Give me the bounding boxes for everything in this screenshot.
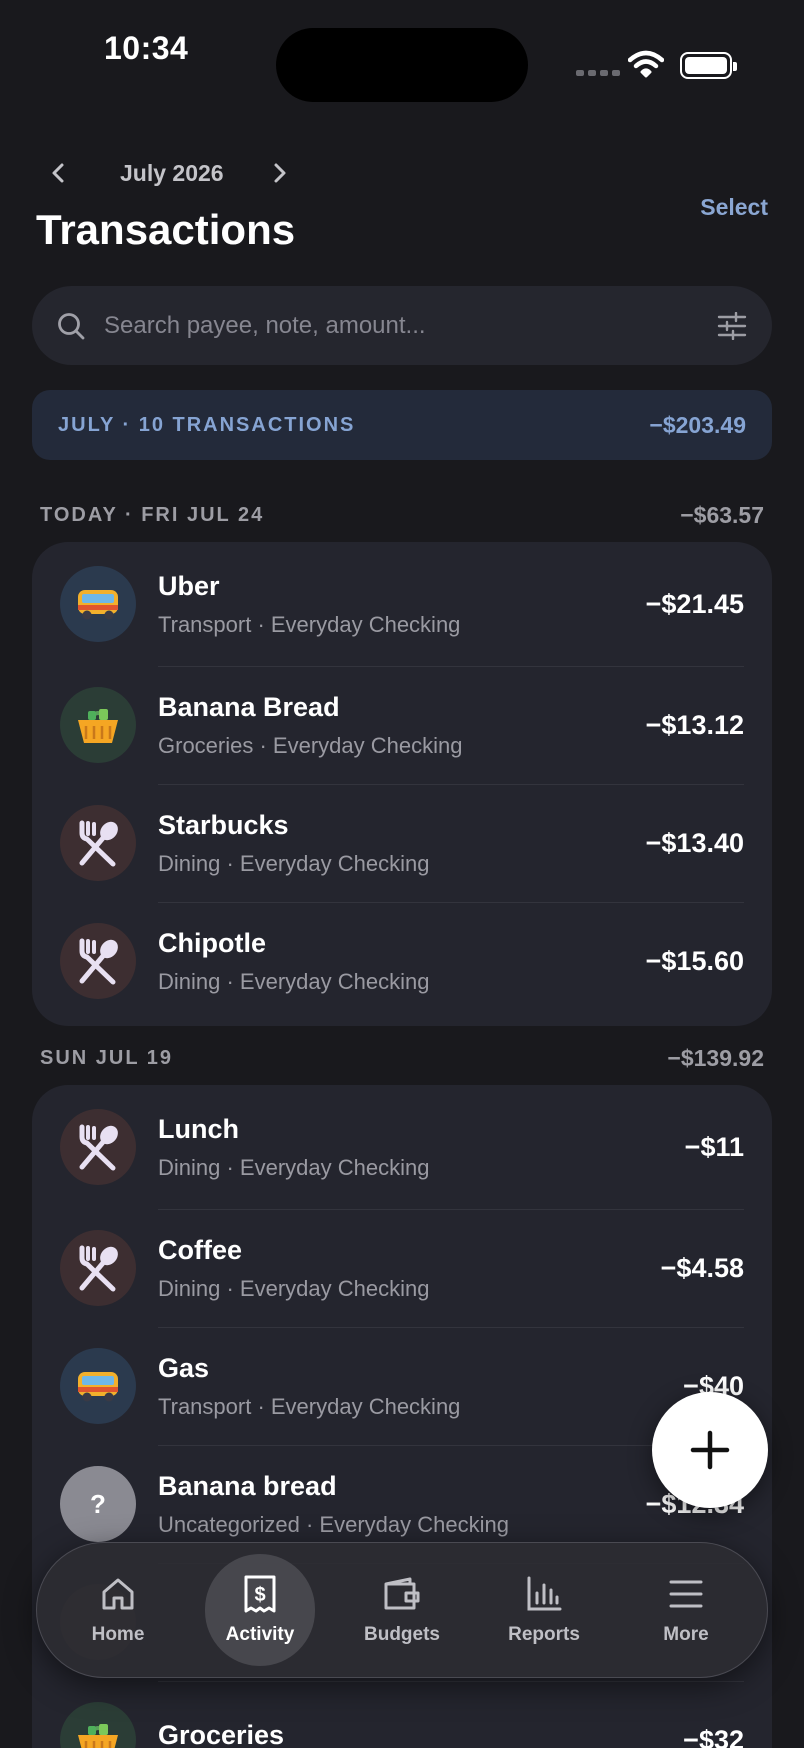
month-navigator: July 2026 [46,158,292,188]
transaction-row[interactable]: Chipotle Dining · Everyday Checking −$15… [32,902,772,1020]
month-summary-banner: JULY · 10 TRANSACTIONS −$203.49 [32,390,772,460]
basket-icon [60,687,136,763]
select-button[interactable]: Select [700,194,768,221]
tab-label: Activity [225,1624,295,1645]
transaction-amount: −$32 [683,1724,744,1748]
bus-icon [60,1348,136,1424]
bar-chart-icon [524,1574,564,1614]
section-total: −$139.92 [667,1045,764,1071]
tab-more[interactable]: More [631,1554,741,1666]
transaction-payee: Uber [158,570,220,601]
transaction-payee: Starbucks [158,809,289,840]
section-total: −$63.57 [680,502,764,528]
fork-spoon-icon [60,923,136,999]
fork-spoon-icon [60,805,136,881]
transaction-row[interactable]: Lunch Dining · Everyday Checking −$11 [32,1085,772,1209]
transaction-row[interactable]: Coffee Dining · Everyday Checking −$4.58 [32,1209,772,1327]
transaction-payee: Banana Bread [158,691,340,722]
transaction-meta: Uncategorized · Everyday Checking [158,1511,509,1537]
transaction-row[interactable]: Starbucks Dining · Everyday Checking −$1… [32,784,772,902]
tab-label: More [663,1624,709,1645]
transaction-amount: −$13.12 [645,709,744,740]
transaction-amount: −$4.58 [660,1252,744,1283]
search-bar [32,286,772,365]
section-title: SUN JUL 19 [40,1047,174,1069]
section-header: SUN JUL 19 −$139.92 [40,1045,764,1072]
transaction-group-card: Uber Transport · Everyday Checking −$21.… [32,542,772,1026]
tab-label: Budgets [364,1624,440,1645]
transaction-amount: −$13.40 [645,827,744,858]
svg-text:$: $ [254,1584,265,1606]
transaction-row[interactable]: Banana Bread Groceries · Everyday Checki… [32,666,772,784]
transaction-payee: Groceries [158,1719,285,1748]
transaction-meta: Transport · Everyday Checking [158,611,461,637]
question-icon: ? [60,1466,136,1542]
page-title: Transactions [36,206,296,253]
bus-icon [60,566,136,642]
tab-label: Reports [508,1624,580,1645]
tab-label: Home [91,1624,145,1645]
battery-icon [680,52,737,79]
bottom-tab-bar: Home $ Activity Budgets Reports More [36,1542,768,1678]
chevron-left-icon[interactable] [46,158,70,188]
status-time: 10:34 [104,30,189,66]
chevron-right-icon[interactable] [268,158,292,188]
tab-reports[interactable]: Reports [489,1554,599,1666]
dynamic-island [276,28,528,102]
transaction-payee: Gas [158,1352,210,1383]
transaction-payee: Coffee [158,1234,243,1265]
transaction-amount: −$11 [684,1131,744,1162]
section-title: TODAY · FRI JUL 24 [40,504,265,526]
summary-total: −$203.49 [649,411,746,438]
transaction-meta: Transport · Everyday Checking [158,1393,461,1419]
tab-home[interactable]: Home [63,1554,173,1666]
transaction-row[interactable]: Groceries −$32 [32,1681,772,1748]
transaction-meta: Dining · Everyday Checking [158,1154,430,1180]
transaction-payee: Banana bread [158,1470,337,1501]
wifi-icon [627,50,665,83]
transaction-payee: Chipotle [158,927,266,958]
transaction-amount: −$21.45 [645,588,744,619]
wallet-icon [382,1574,422,1614]
transaction-meta: Dining · Everyday Checking [158,1275,430,1301]
plus-icon [690,1430,730,1470]
cellular-signal-icon [576,70,620,76]
basket-icon [60,1702,136,1748]
tab-budgets[interactable]: Budgets [347,1554,457,1666]
transaction-meta: Groceries · Everyday Checking [158,732,463,758]
receipt-dollar-icon: $ [240,1574,280,1614]
transaction-meta: Dining · Everyday Checking [158,968,430,994]
house-icon [98,1574,138,1614]
tab-activity[interactable]: $ Activity [205,1554,315,1666]
menu-icon [666,1574,706,1614]
month-label[interactable]: July 2026 [120,160,224,187]
search-icon [56,311,86,341]
fork-spoon-icon [60,1230,136,1306]
transaction-amount: −$15.60 [645,945,744,976]
summary-label: JULY · 10 TRANSACTIONS [58,413,356,436]
section-header: TODAY · FRI JUL 24 −$63.57 [40,502,764,529]
search-input[interactable] [104,311,716,340]
filter-sliders-icon[interactable] [716,310,748,342]
fork-spoon-icon [60,1109,136,1185]
transaction-row[interactable]: Uber Transport · Everyday Checking −$21.… [32,542,772,666]
transaction-meta: Dining · Everyday Checking [158,850,430,876]
transaction-payee: Lunch [158,1113,239,1144]
add-transaction-button[interactable] [652,1392,768,1508]
